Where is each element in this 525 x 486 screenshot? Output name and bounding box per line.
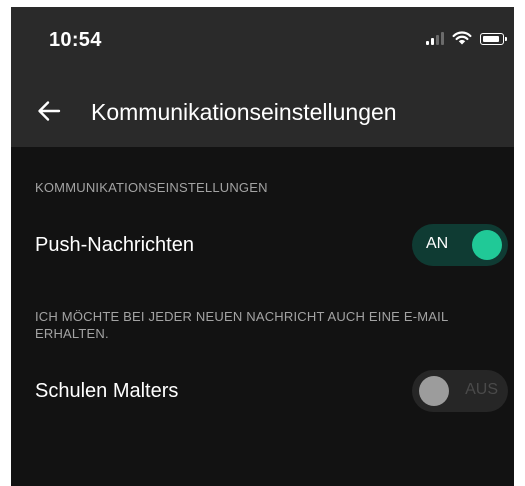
phone-screen: 10:54 Kommunikationseinstellungen KOMMUN… — [11, 7, 514, 486]
push-notifications-toggle[interactable]: AN — [412, 224, 508, 266]
wifi-icon — [452, 31, 472, 45]
email-hint-text: ICH MÖCHTE BEI JEDER NEUEN NACHRICHT AUC… — [35, 309, 448, 341]
push-notifications-label: Push-Nachrichten — [35, 234, 194, 256]
page-title: Kommunikationseinstellungen — [91, 99, 397, 125]
toggle-state-label: AN — [426, 235, 449, 252]
email-school-row: Schulen Malters AUS — [11, 365, 514, 415]
status-time: 10:54 — [49, 29, 102, 51]
status-bar: 10:54 — [11, 7, 514, 77]
toggle-knob — [472, 230, 502, 260]
system-icons — [426, 31, 507, 45]
toggle-knob — [419, 376, 449, 406]
email-school-label: Schulen Malters — [35, 380, 179, 402]
battery-icon — [480, 33, 507, 45]
toggle-state-label: AUS — [465, 381, 498, 398]
cellular-signal-icon — [426, 32, 444, 45]
email-school-toggle[interactable]: AUS — [412, 370, 508, 412]
back-arrow-icon[interactable] — [35, 97, 63, 125]
section-header: KOMMUNIKATIONSEINSTELLUNGEN — [35, 180, 268, 195]
app-bar: Kommunikationseinstellungen — [11, 77, 514, 147]
push-notifications-row: Push-Nachrichten AN — [11, 220, 514, 270]
